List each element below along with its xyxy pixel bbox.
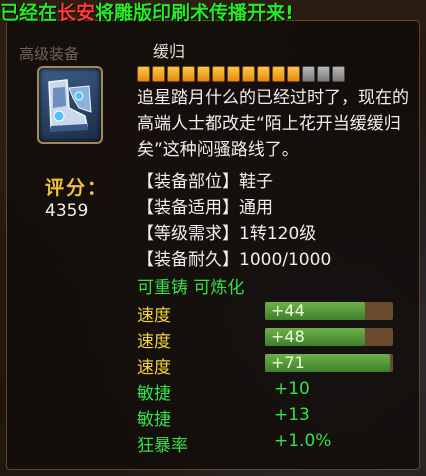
stat-list: 速度 +44 速度 +48 速度 +71 敏捷 +10 敏捷 +13 狂暴率 +1.0%	[137, 299, 407, 456]
tooltip-tab-name: 高级装备	[19, 45, 80, 63]
stat-bar-track: +44	[265, 302, 393, 320]
stat-value: +71	[271, 353, 305, 372]
boots-icon-graphic	[48, 79, 92, 132]
star-filled-icon	[242, 66, 255, 82]
broadcast-message: 已经在长安将雕版印刷术传播开来!	[0, 0, 294, 25]
stat-bar-track: +48	[265, 328, 393, 346]
star-filled-icon	[287, 66, 300, 82]
star-filled-icon	[182, 66, 195, 82]
stat-value: +13	[274, 405, 310, 425]
stat-row: 敏捷 +10	[137, 377, 407, 404]
star-empty-icon	[332, 66, 345, 82]
stat-label: 敏捷	[137, 384, 171, 404]
item-tooltip: 高级装备 缓归 追星踏月什么的已经过时了，现在的高端人士都改走“陌上花开当缓缓归…	[6, 20, 420, 470]
stat-value: +1.0%	[274, 431, 332, 451]
star-filled-icon	[152, 66, 165, 82]
item-name: 缓归	[153, 42, 186, 61]
stat-label: 速度	[137, 358, 171, 378]
stat-value: +48	[271, 327, 305, 346]
star-rating	[137, 66, 345, 82]
broadcast-place: 长安	[57, 2, 96, 24]
broadcast-text-before: 已经在	[0, 2, 58, 24]
star-filled-icon	[197, 66, 210, 82]
attribute-list: 【装备部位】鞋子 【装备适用】通用 【等级需求】1转120级 【装备耐久】100…	[137, 167, 331, 271]
stat-row: 速度 +71	[137, 351, 407, 378]
boots-icon	[37, 66, 103, 144]
broadcast-text-after: 将雕版印刷术传播开来!	[95, 2, 294, 24]
star-empty-icon	[317, 66, 330, 82]
stat-value: +10	[274, 379, 310, 399]
stat-value: +44	[271, 301, 305, 320]
star-filled-icon	[272, 66, 285, 82]
star-filled-icon	[257, 66, 270, 82]
stat-row: 速度 +48	[137, 325, 407, 352]
refine-status: 可重铸 可炼化	[137, 278, 245, 298]
stat-row: 狂暴率 +1.0%	[137, 429, 407, 456]
star-filled-icon	[167, 66, 180, 82]
stat-row: 速度 +44	[137, 299, 407, 326]
stat-bar-track: +71	[265, 354, 393, 372]
stat-label: 敏捷	[137, 410, 171, 430]
star-filled-icon	[212, 66, 225, 82]
stat-label: 狂暴率	[137, 436, 188, 456]
stat-label: 速度	[137, 306, 171, 326]
attribute-slot: 【装备部位】鞋子	[137, 172, 273, 192]
attribute-level-requirement: 【等级需求】1转120级	[137, 224, 317, 244]
star-empty-icon	[302, 66, 315, 82]
score-label: 评分：	[45, 177, 109, 199]
item-description: 追星踏月什么的已经过时了，现在的高端人士都改走“陌上花开当缓缓归矣”这种闷骚路线…	[137, 88, 409, 160]
stat-row: 敏捷 +13	[137, 403, 407, 430]
score-value: 4359	[45, 201, 89, 221]
stat-label: 速度	[137, 332, 171, 352]
attribute-durability: 【装备耐久】1000/1000	[137, 250, 332, 270]
attribute-usage: 【装备适用】通用	[137, 198, 273, 218]
star-filled-icon	[227, 66, 240, 82]
star-filled-icon	[137, 66, 150, 82]
